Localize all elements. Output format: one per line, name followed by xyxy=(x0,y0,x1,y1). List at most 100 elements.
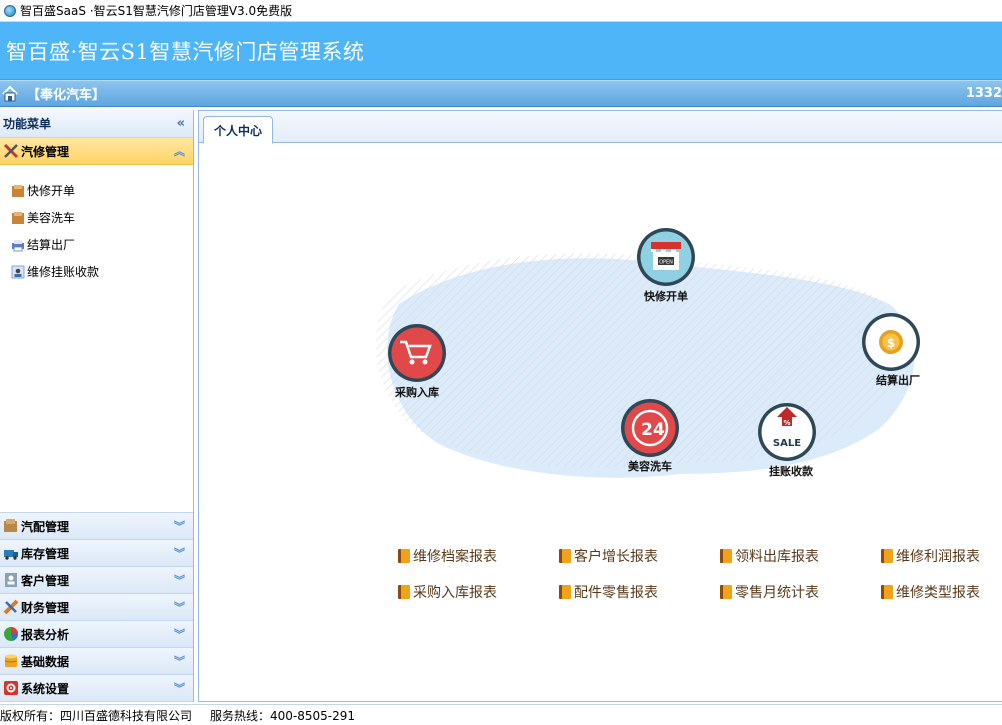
node-settlement[interactable]: $ xyxy=(862,313,920,371)
sidebar-group-label: 财务管理 xyxy=(21,600,70,615)
sidebar-group-finance[interactable]: 财务管理 ︾ xyxy=(0,594,193,621)
sidebar-item-label: 结算出厂 xyxy=(27,238,76,252)
sidebar-group-settings[interactable]: 系统设置 ︾ xyxy=(0,675,193,702)
sale-text: SALE xyxy=(773,438,801,449)
sidebar-group-customers[interactable]: 客户管理 ︾ xyxy=(0,567,193,594)
finance-icon xyxy=(3,599,19,615)
report-link-repair-profit[interactable]: 维修利润报表 xyxy=(881,546,980,566)
shop-open-icon: OPEN xyxy=(651,242,681,270)
window-title: 智百盛SaaS ·智云S1智慧汽修门店管理V3.0免费版 xyxy=(20,4,293,18)
tab-personal-center[interactable]: 个人中心 xyxy=(203,116,273,144)
sidebar-group-label: 汽修管理 xyxy=(21,144,70,159)
report-link-monthly-retail[interactable]: 零售月统计表 xyxy=(720,582,819,602)
sidebar-group-parts[interactable]: 汽配管理 ︾ xyxy=(0,513,193,540)
chevron-down-icon[interactable]: ︾ xyxy=(174,626,185,642)
book-icon xyxy=(881,549,893,563)
main-panel: 个人中心 OPEN $ 24 % SALE 快修开单 采购入库 结算出厂 美容洗… xyxy=(198,110,1002,702)
percent-text: % xyxy=(783,419,790,427)
report-link-parts-retail[interactable]: 配件零售报表 xyxy=(559,582,658,602)
report-label: 维修类型报表 xyxy=(896,585,980,601)
app-banner: 智百盛·智云S1智慧汽修门店管理系统 xyxy=(0,22,1002,80)
sidebar-group-label: 系统设置 xyxy=(21,681,70,696)
chevron-down-icon[interactable]: ︾ xyxy=(174,653,185,669)
report-label: 采购入库报表 xyxy=(413,585,497,601)
report-label: 客户增长报表 xyxy=(574,549,658,565)
sidebar-group-base-data[interactable]: 基础数据 ︾ xyxy=(0,648,193,675)
book-icon xyxy=(559,585,571,599)
copyright-text: 版权所有：四川百盛德科技有限公司 xyxy=(0,708,193,723)
report-label: 零售月统计表 xyxy=(735,585,819,601)
contacts-icon xyxy=(5,573,17,587)
report-label: 维修档案报表 xyxy=(413,549,497,565)
book-icon xyxy=(559,549,571,563)
hours-text: 24 xyxy=(641,420,665,440)
chevron-down-icon[interactable]: ︾ xyxy=(174,599,185,615)
sidebar-header: 功能菜单 « xyxy=(0,110,193,138)
node-label-purchase: 采购入库 xyxy=(395,386,439,399)
home-icon[interactable] xyxy=(1,85,19,103)
truck-icon xyxy=(4,550,18,560)
chevron-down-icon[interactable]: ︾ xyxy=(174,572,185,588)
status-footer: 版权所有：四川百盛德科技有限公司 服务热线：400-8505-291 xyxy=(0,704,1002,725)
window-titlebar: 智百盛SaaS ·智云S1智慧汽修门店管理V3.0免费版 xyxy=(0,0,1002,22)
report-link-repair-archive[interactable]: 维修档案报表 xyxy=(398,546,497,566)
book-icon xyxy=(881,585,893,599)
svg-text:$: $ xyxy=(887,336,895,350)
book-icon xyxy=(398,585,410,599)
sidebar-group-label: 库存管理 xyxy=(21,546,70,561)
book-icon xyxy=(720,549,732,563)
sidebar-item-label: 美容洗车 xyxy=(27,211,76,225)
sidebar-item-quick-repair[interactable]: 快修开单 xyxy=(0,177,193,204)
sidebar-group-inventory[interactable]: 库存管理 ︾ xyxy=(0,540,193,567)
wallet-icon xyxy=(12,184,24,197)
parts-icon xyxy=(4,519,17,532)
pie-chart-icon xyxy=(4,627,18,641)
chevron-down-icon[interactable]: ︾ xyxy=(174,680,185,696)
node-quick-repair[interactable]: OPEN xyxy=(637,228,695,286)
sidebar-group-label: 汽配管理 xyxy=(21,519,70,534)
sidebar-item-label: 维修挂账收款 xyxy=(27,265,100,279)
coin-icon: $ xyxy=(879,330,903,354)
sidebar-item-credit-collection[interactable]: 维修挂账收款 xyxy=(0,258,193,285)
sidebar-subitems: 快修开单 美容洗车 结算出厂 维修挂账收款 xyxy=(0,165,193,513)
book-icon xyxy=(720,585,732,599)
report-link-repair-type[interactable]: 维修类型报表 xyxy=(881,582,980,602)
sidebar-group-label: 客户管理 xyxy=(21,573,70,588)
sidebar-item-car-wash[interactable]: 美容洗车 xyxy=(0,204,193,231)
report-label: 领料出库报表 xyxy=(735,549,819,565)
node-credit-collection[interactable]: % SALE xyxy=(758,403,816,461)
sidebar-title: 功能菜单 xyxy=(3,117,52,131)
chevron-up-icon[interactable]: ︽ xyxy=(174,143,185,159)
sidebar: 功能菜单 « 汽修管理 ︽ 快修开单 美容洗车 结算出厂 维修挂账收款 汽配管理… xyxy=(0,110,194,702)
report-link-purchase-inbound[interactable]: 采购入库报表 xyxy=(398,582,497,602)
report-link-customer-growth[interactable]: 客户增长报表 xyxy=(559,546,658,566)
report-label: 配件零售报表 xyxy=(574,585,658,601)
tools-icon xyxy=(3,143,19,159)
collapse-sidebar-icon[interactable]: « xyxy=(177,116,185,131)
dashboard-map: OPEN $ 24 % SALE xyxy=(375,228,920,478)
node-car-wash[interactable]: 24 xyxy=(621,399,679,457)
settings-icon xyxy=(4,681,18,695)
node-purchase[interactable] xyxy=(388,324,446,382)
user-id: 1332 xyxy=(965,86,1002,101)
hotline-text: 服务热线：400-8505-291 xyxy=(210,708,356,723)
open-sign-text: OPEN xyxy=(659,260,673,266)
sidebar-group-label: 基础数据 xyxy=(21,654,70,669)
wallet-icon xyxy=(12,211,24,224)
sidebar-group-repair[interactable]: 汽修管理 ︽ xyxy=(0,138,193,165)
node-label-quick-repair: 快修开单 xyxy=(644,290,688,303)
sidebar-item-label: 快修开单 xyxy=(27,184,76,198)
user-card-icon xyxy=(11,265,25,278)
node-label-credit-collection: 挂账收款 xyxy=(769,465,813,478)
sidebar-group-reports[interactable]: 报表分析 ︾ xyxy=(0,621,193,648)
book-icon xyxy=(398,549,410,563)
info-bar: 【奉化汽车】 1332 xyxy=(0,80,1002,107)
node-label-settlement: 结算出厂 xyxy=(876,374,920,387)
sidebar-item-checkout[interactable]: 结算出厂 xyxy=(0,231,193,258)
chevron-down-icon[interactable]: ︾ xyxy=(174,518,185,534)
sidebar-group-label: 报表分析 xyxy=(21,627,70,642)
report-link-material-outbound[interactable]: 领料出库报表 xyxy=(720,546,819,566)
shop-name: 【奉化汽车】 xyxy=(27,88,106,103)
chevron-down-icon[interactable]: ︾ xyxy=(174,545,185,561)
database-icon xyxy=(4,654,18,667)
